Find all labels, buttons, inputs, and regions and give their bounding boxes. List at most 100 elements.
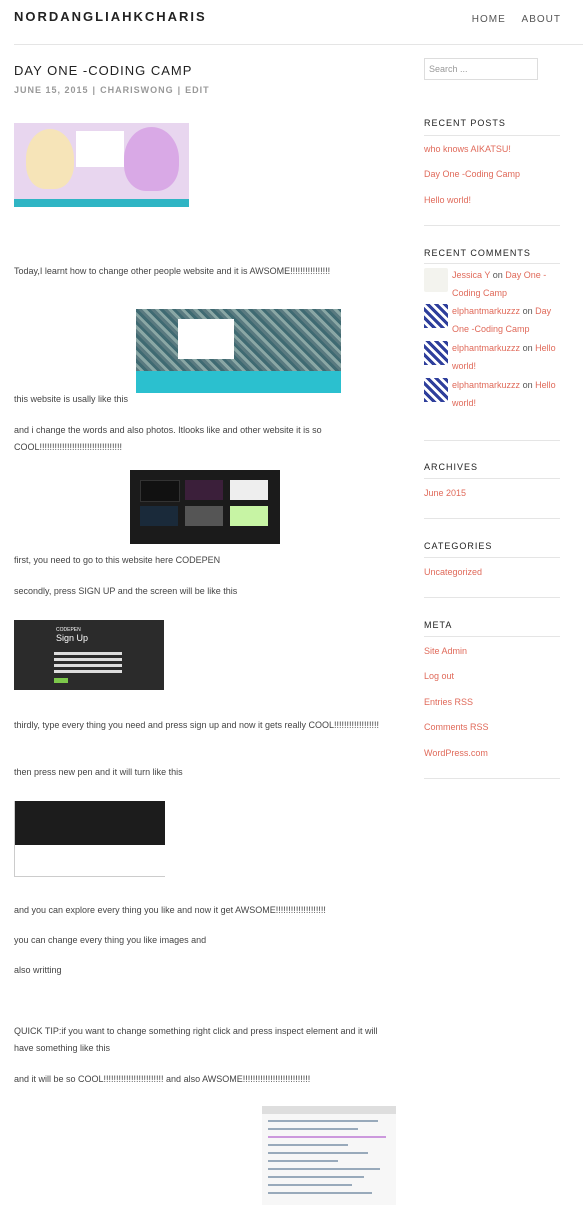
widget-divider	[424, 518, 560, 519]
code-line	[268, 1176, 364, 1178]
avatar	[424, 268, 448, 292]
post-paragraph: Today,I learnt how to change other peopl…	[14, 266, 331, 276]
codepen-signup-image: CODEPEN Sign Up	[14, 620, 164, 690]
signup-heading: Sign Up	[56, 633, 89, 643]
form-field	[54, 652, 122, 655]
code-line	[268, 1120, 378, 1122]
code-line	[268, 1160, 338, 1162]
meta-link-wordpress[interactable]: WordPress.com	[424, 748, 488, 758]
archive-link[interactable]: June 2015	[424, 488, 466, 498]
form-field	[54, 664, 122, 667]
avatar	[424, 341, 448, 365]
widget-title-categories: CATEGORIES	[424, 541, 493, 551]
text-box	[178, 319, 234, 359]
post-paragraph: you can change every thing you like imag…	[14, 935, 207, 945]
inspect-element-image	[262, 1106, 396, 1205]
code-line	[268, 1152, 368, 1154]
recent-comment: elphantmarkuzzz on Hello world!	[424, 376, 560, 412]
school-website-image	[136, 301, 341, 393]
widget-title-meta: META	[424, 620, 453, 630]
widget-divider	[424, 135, 560, 136]
widget-divider	[424, 778, 560, 779]
widget-divider	[424, 636, 560, 637]
thumb	[230, 480, 268, 500]
post-paragraph: thirdly, type every thing you need and p…	[14, 720, 380, 730]
recent-post-link[interactable]: Hello world!	[424, 195, 471, 205]
top-navigation: HOME ABOUT	[460, 14, 561, 25]
anime-character-right	[124, 127, 179, 191]
avatar	[424, 304, 448, 328]
widget-divider	[424, 557, 560, 558]
comment-author[interactable]: Jessica Y	[452, 270, 490, 280]
widget-divider	[424, 263, 560, 264]
post-paragraph: then press new pen and it will turn like…	[14, 767, 183, 777]
post-paragraph: and you can explore every thing you like…	[14, 905, 326, 915]
post-paragraph: this website is usally like this	[14, 394, 129, 404]
editor-panels	[15, 801, 165, 845]
post-author[interactable]: CHARISWONG	[100, 85, 174, 95]
post-paragraph: and i change the words and also photos. …	[14, 425, 322, 452]
code-line	[268, 1136, 386, 1138]
widget-title-recent-comments: RECENT COMMENTS	[424, 248, 531, 258]
devtools-toolbar	[262, 1106, 396, 1114]
signup-submit	[54, 678, 68, 683]
widget-divider	[424, 478, 560, 479]
header-divider	[14, 44, 583, 45]
post-paragraph: QUICK TIP:if you want to change somethin…	[14, 1026, 378, 1053]
nav-home[interactable]: HOME	[472, 14, 506, 25]
codepen-homepage-image	[130, 470, 280, 544]
thumb	[140, 480, 180, 502]
code-line	[268, 1144, 348, 1146]
post-paragraph: first, you need to go to this website he…	[14, 555, 221, 565]
nav-about[interactable]: ABOUT	[522, 14, 561, 25]
post-title[interactable]: DAY ONE -CODING CAMP	[14, 63, 192, 78]
thumb	[230, 506, 268, 526]
form-field	[54, 670, 122, 673]
form-field	[54, 658, 122, 661]
codepen-new-pen-image	[14, 801, 165, 877]
meta-link-entries-rss[interactable]: Entries RSS	[424, 697, 473, 707]
thumb	[185, 480, 223, 500]
meta-separator: |	[177, 85, 182, 95]
teal-footer-bar	[14, 199, 189, 207]
recent-comment: elphantmarkuzzz on Hello world!	[424, 339, 560, 375]
search-input[interactable]: Search ...	[424, 58, 538, 80]
comment-author[interactable]: elphantmarkuzzz	[452, 306, 520, 316]
post-paragraph: also writting	[14, 965, 62, 975]
thumb	[185, 506, 223, 526]
code-line	[268, 1128, 358, 1130]
comment-on-text: on	[522, 343, 533, 353]
aikatsu-screenshot-image	[14, 123, 189, 207]
meta-link-site-admin[interactable]: Site Admin	[424, 646, 467, 656]
comment-on-text: on	[522, 380, 533, 390]
recent-comment: elphantmarkuzzz on Day One -Coding Camp	[424, 302, 560, 338]
comment-author[interactable]: elphantmarkuzzz	[452, 380, 520, 390]
comment-on-text: on	[492, 270, 503, 280]
meta-separator: |	[92, 85, 97, 95]
recent-post-link[interactable]: who knows AIKATSU!	[424, 144, 511, 154]
edit-link[interactable]: EDIT	[185, 85, 210, 95]
thumb	[140, 506, 178, 526]
widget-title-archives: ARCHIVES	[424, 462, 479, 472]
site-title[interactable]: NORDANGLIAHKCHARIS	[14, 9, 207, 24]
code-line	[268, 1168, 380, 1170]
teal-footer	[136, 371, 341, 393]
post-paragraph: secondly, press SIGN UP and the screen w…	[14, 586, 238, 596]
comment-author[interactable]: elphantmarkuzzz	[452, 343, 520, 353]
widget-title-recent-posts: RECENT POSTS	[424, 118, 506, 128]
widget-divider	[424, 225, 560, 226]
code-line	[268, 1184, 352, 1186]
category-link[interactable]: Uncategorized	[424, 567, 482, 577]
site-header-panel	[76, 131, 124, 167]
code-line	[268, 1192, 372, 1194]
meta-link-comments-rss[interactable]: Comments RSS	[424, 722, 489, 732]
anime-character-left	[26, 129, 74, 189]
avatar	[424, 378, 448, 402]
widget-divider	[424, 597, 560, 598]
post-paragraph: and it will be so COOL!!!!!!!!!!!!!!!!!!…	[14, 1074, 311, 1084]
recent-post-link[interactable]: Day One -Coding Camp	[424, 169, 520, 179]
post-meta: JUNE 15, 2015 | CHARISWONG | EDIT	[14, 85, 210, 95]
meta-link-log-out[interactable]: Log out	[424, 671, 454, 681]
widget-divider	[424, 440, 560, 441]
post-date[interactable]: JUNE 15, 2015	[14, 85, 89, 95]
